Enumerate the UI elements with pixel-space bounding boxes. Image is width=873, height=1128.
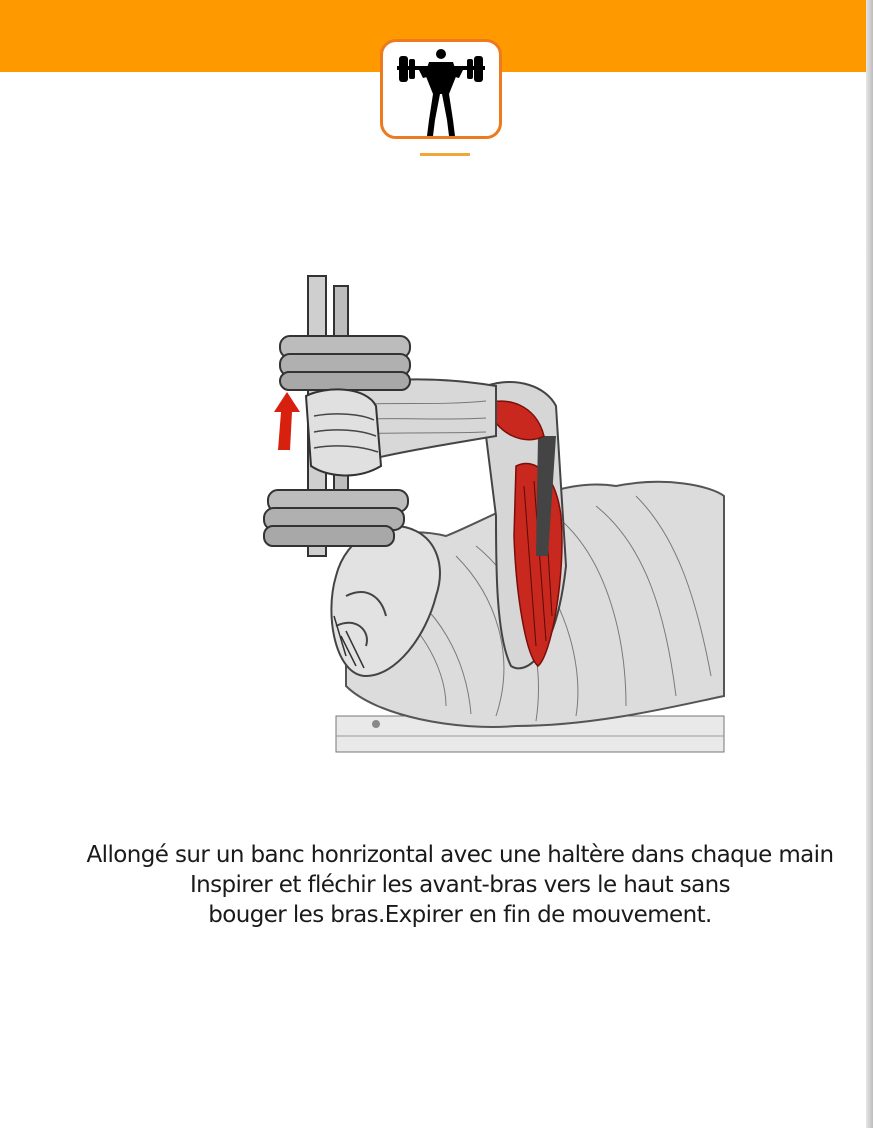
logo-underline (420, 153, 470, 156)
instruction-line-2: Inspirer et fléchir les avant-bras vers … (189, 872, 731, 898)
exercise-illustration (196, 236, 726, 756)
up-arrow-icon (274, 392, 300, 450)
instruction-line-1: Allongé sur un banc honrizontal avec une… (86, 842, 835, 868)
exercise-instructions: Allongé sur un banc honrizontal avec une… (60, 840, 860, 930)
page-edge-shadow (866, 0, 873, 1128)
instruction-line-3: bouger les bras.Expirer en fin de mouvem… (208, 902, 712, 928)
weightlifter-icon[interactable] (380, 39, 502, 139)
